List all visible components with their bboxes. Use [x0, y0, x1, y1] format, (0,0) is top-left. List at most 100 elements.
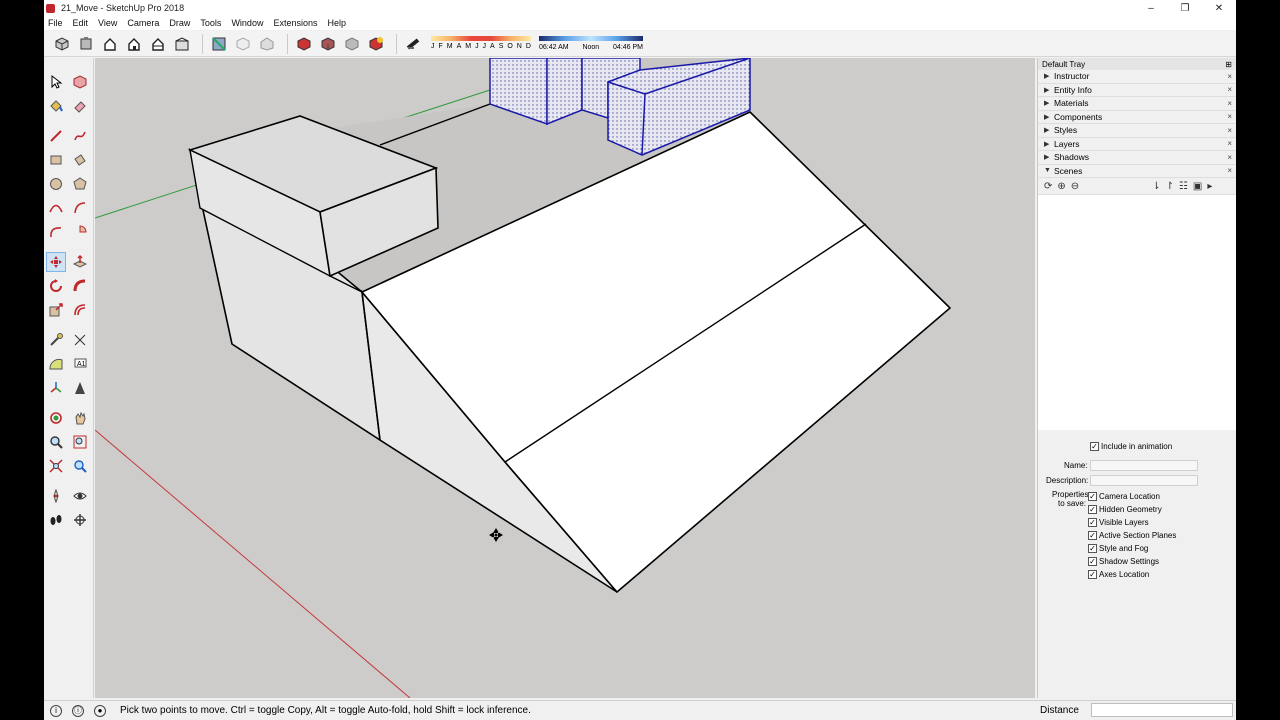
two-point-arc-icon[interactable] — [70, 198, 90, 218]
move-tool-icon[interactable] — [46, 252, 66, 272]
shadows-toggle-icon[interactable] — [366, 34, 386, 54]
prop-axes-location[interactable]: ✓ Axes Location — [1088, 570, 1149, 579]
tape-measure-icon[interactable] — [46, 330, 66, 350]
three-point-arc-icon[interactable] — [46, 222, 66, 242]
top-view-icon[interactable] — [76, 34, 96, 54]
right-view-icon[interactable] — [124, 34, 144, 54]
panel-layers[interactable]: ▶ Layers × — [1038, 138, 1236, 151]
prop-visible-layers[interactable]: ✓ Visible Layers — [1088, 518, 1149, 527]
arc-tool-icon[interactable] — [46, 198, 66, 218]
prop-camera-location[interactable]: ✓ Camera Location — [1088, 492, 1160, 501]
menu-help[interactable]: Help — [327, 18, 346, 28]
panel-styles[interactable]: ▶ Styles × — [1038, 124, 1236, 138]
add-scene-icon[interactable]: ⊕ — [1057, 181, 1065, 192]
include-in-animation-row[interactable]: ✓ Include in animation — [1090, 442, 1172, 451]
polygon-tool-icon[interactable] — [70, 174, 90, 194]
model-viewport[interactable] — [95, 58, 1035, 698]
checkbox[interactable]: ✓ — [1088, 492, 1097, 501]
3d-text-icon[interactable] — [70, 378, 90, 398]
orbit-tool-icon[interactable] — [46, 408, 66, 428]
panel-materials[interactable]: ▶ Materials × — [1038, 97, 1236, 111]
follow-me-icon[interactable] — [70, 276, 90, 296]
panel-scenes[interactable]: ▼ Scenes × — [1038, 165, 1236, 178]
line-tool-icon[interactable] — [46, 126, 66, 146]
menu-camera[interactable]: Camera — [127, 18, 159, 28]
shadow-month-slider[interactable]: J F M A M J J A S O N D — [431, 34, 531, 54]
iso-view-icon[interactable] — [52, 34, 72, 54]
update-scene-icon[interactable]: ⟳ — [1044, 181, 1052, 192]
scenes-list[interactable] — [1038, 195, 1236, 430]
rotate-tool-icon[interactable] — [46, 276, 66, 296]
include-in-animation-checkbox[interactable]: ✓ — [1090, 442, 1099, 451]
section-plane-icon[interactable] — [70, 510, 90, 530]
zoom-extents-icon[interactable] — [46, 456, 66, 476]
menu-extensions[interactable]: Extensions — [273, 18, 317, 28]
close-panel-icon[interactable]: × — [1227, 126, 1232, 135]
rectangle-tool-icon[interactable] — [46, 150, 66, 170]
position-camera-icon[interactable] — [46, 486, 66, 506]
close-panel-icon[interactable]: × — [1227, 153, 1232, 162]
back-view-icon[interactable] — [148, 34, 168, 54]
protractor-icon[interactable] — [46, 354, 66, 374]
close-panel-icon[interactable]: × — [1227, 99, 1232, 108]
show-details-icon[interactable]: ▣ — [1193, 181, 1202, 192]
zoom-tool-icon[interactable] — [46, 432, 66, 452]
pin-icon[interactable]: ⊞ — [1225, 60, 1232, 69]
rotated-rectangle-icon[interactable] — [70, 150, 90, 170]
shaded-textures-icon[interactable] — [318, 34, 338, 54]
close-panel-icon[interactable]: × — [1227, 166, 1232, 175]
view-options-icon[interactable]: ☷ — [1179, 181, 1188, 192]
close-panel-icon[interactable]: × — [1227, 85, 1232, 94]
paint-bucket-icon[interactable] — [46, 96, 66, 116]
scene-name-field[interactable] — [1090, 460, 1198, 471]
left-view-icon[interactable] — [172, 34, 192, 54]
close-button[interactable]: ✕ — [1202, 0, 1236, 16]
menu-edit[interactable]: Edit — [73, 18, 89, 28]
account-icon[interactable]: ● — [94, 704, 106, 717]
minimize-button[interactable]: – — [1134, 0, 1168, 16]
zoom-window-icon[interactable] — [70, 432, 90, 452]
panel-entity-info[interactable]: ▶ Entity Info × — [1038, 84, 1236, 97]
text-tool-icon[interactable]: A1 — [70, 354, 90, 374]
pan-tool-icon[interactable] — [70, 408, 90, 428]
checkbox[interactable]: ✓ — [1088, 557, 1097, 566]
menu-tools[interactable]: Tools — [200, 18, 221, 28]
move-scene-down-icon[interactable]: ⇂ — [1152, 181, 1160, 192]
front-view-icon[interactable] — [100, 34, 120, 54]
wireframe-style-icon[interactable] — [233, 34, 253, 54]
push-pull-icon[interactable] — [70, 252, 90, 272]
close-panel-icon[interactable]: × — [1227, 72, 1232, 81]
move-scene-up-icon[interactable]: ↾ — [1166, 181, 1174, 192]
panel-components[interactable]: ▶ Components × — [1038, 111, 1236, 124]
menu-window[interactable]: Window — [231, 18, 263, 28]
panel-shadows[interactable]: ▶ Shadows × — [1038, 151, 1236, 165]
scene-description-field[interactable] — [1090, 475, 1198, 486]
prop-shadow-settings[interactable]: ✓ Shadow Settings — [1088, 557, 1159, 566]
pie-tool-icon[interactable] — [70, 222, 90, 242]
monochrome-style-icon[interactable] — [342, 34, 362, 54]
shadow-time-slider[interactable]: 06:42 AM Noon 04:46 PM — [539, 34, 643, 54]
offset-tool-icon[interactable] — [70, 300, 90, 320]
eraser-icon[interactable] — [70, 96, 90, 116]
scale-tool-icon[interactable] — [46, 300, 66, 320]
prop-active-section-planes[interactable]: ✓ Active Section Planes — [1088, 531, 1176, 540]
shaded-style-icon[interactable] — [294, 34, 314, 54]
dimension-tool-icon[interactable] — [70, 330, 90, 350]
look-around-icon[interactable] — [70, 486, 90, 506]
checkbox[interactable]: ✓ — [1088, 531, 1097, 540]
close-panel-icon[interactable]: × — [1227, 139, 1232, 148]
checkbox[interactable]: ✓ — [1088, 518, 1097, 527]
drawing-area[interactable] — [95, 58, 1035, 698]
geo-location-icon[interactable]: i — [50, 704, 62, 717]
select-tool-icon[interactable] — [46, 72, 66, 92]
walk-tool-icon[interactable] — [46, 510, 66, 530]
circle-tool-icon[interactable] — [46, 174, 66, 194]
panel-instructor[interactable]: ▶ Instructor × — [1038, 70, 1236, 84]
checkbox[interactable]: ✓ — [1088, 505, 1097, 514]
axes-tool-icon[interactable] — [46, 378, 66, 398]
checkbox[interactable]: ✓ — [1088, 570, 1097, 579]
previous-view-icon[interactable] — [70, 456, 90, 476]
freehand-tool-icon[interactable] — [70, 126, 90, 146]
measurement-input[interactable] — [1090, 703, 1233, 717]
hidden-line-style-icon[interactable] — [257, 34, 277, 54]
